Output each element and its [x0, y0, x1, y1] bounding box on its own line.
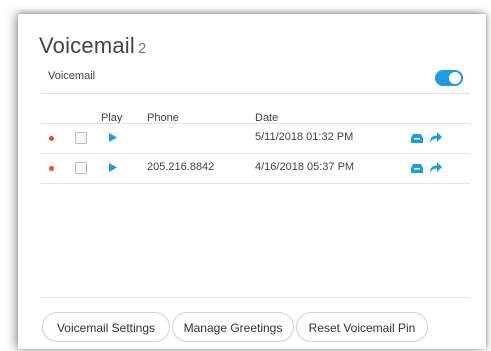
archive-icon[interactable] [411, 134, 423, 143]
page-title: Voicemail 2 [39, 33, 147, 59]
voicemail-toggle[interactable] [435, 70, 463, 86]
voicemail-panel: Voicemail 2 Voicemail Play Phone Date 5/1… [18, 14, 486, 349]
manage-greetings-button[interactable]: Manage Greetings [172, 312, 294, 342]
voicemail-count: 2 [137, 40, 147, 57]
unread-indicator [49, 136, 54, 141]
row-checkbox[interactable] [75, 162, 87, 174]
row-checkbox[interactable] [75, 132, 87, 144]
voicemail-settings-button[interactable]: Voicemail Settings [42, 312, 170, 342]
table-row[interactable]: 205.216.8842 4/16/2018 05:37 PM [41, 154, 470, 183]
divider [41, 297, 470, 298]
forward-icon[interactable] [430, 132, 442, 143]
divider [41, 93, 470, 94]
play-icon[interactable] [109, 133, 117, 142]
archive-icon[interactable] [411, 164, 423, 173]
date-cell: 5/11/2018 01:32 PM [255, 131, 354, 143]
toggle-knob [449, 72, 461, 84]
unread-indicator [49, 166, 54, 171]
date-cell: 4/16/2018 05:37 PM [255, 161, 355, 173]
reset-voicemail-pin-button[interactable]: Reset Voicemail Pin [296, 312, 428, 342]
divider [41, 183, 470, 184]
play-icon[interactable] [109, 163, 117, 172]
table-row[interactable]: 5/11/2018 01:32 PM [41, 124, 470, 153]
title-text: Voicemail [39, 33, 135, 58]
voicemail-toggle-label: Voicemail [48, 70, 96, 82]
phone-cell: 205.216.8842 [147, 161, 215, 173]
forward-icon[interactable] [430, 162, 442, 173]
